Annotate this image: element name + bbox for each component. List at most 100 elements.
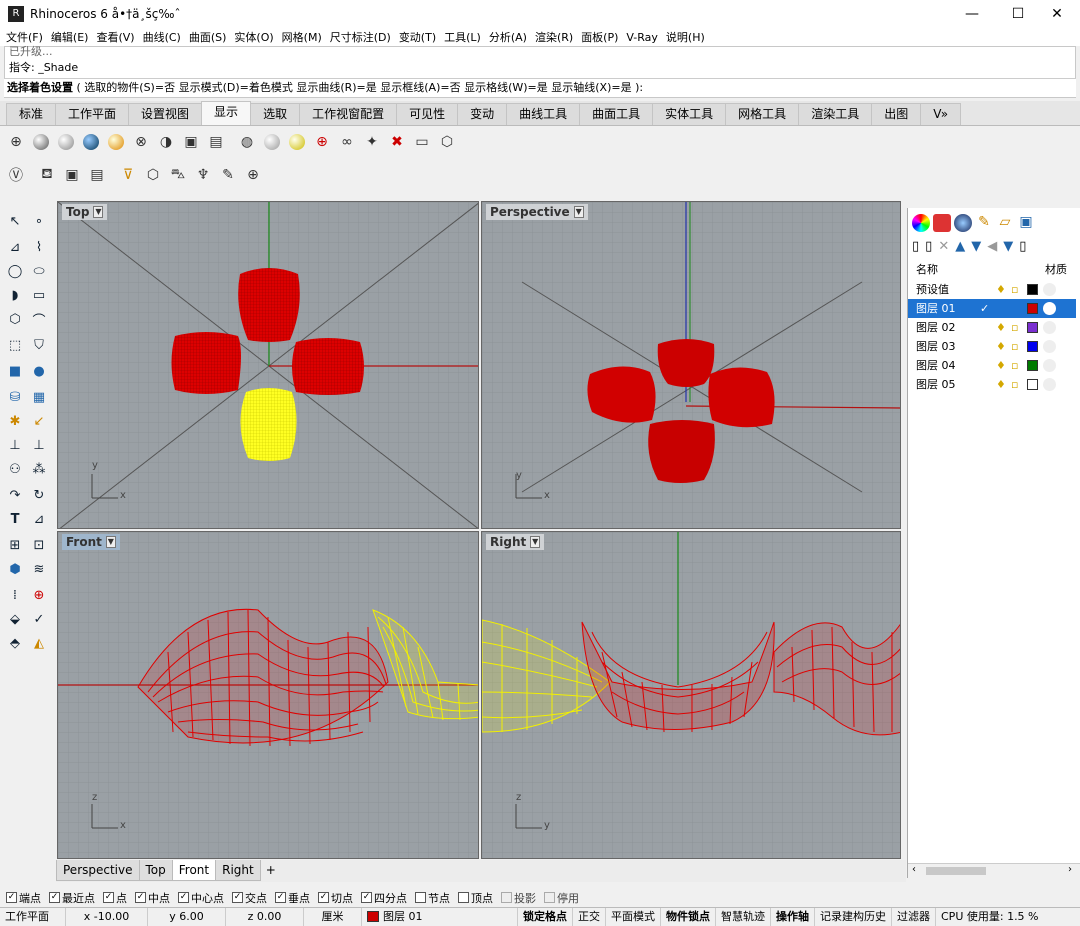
menu-item[interactable]: 曲线(C) — [143, 29, 181, 45]
status-toggle[interactable]: 锁定格点 — [518, 907, 573, 926]
transform-icon[interactable]: ✱ — [4, 410, 26, 432]
viewport-front[interactable]: Front ▼ z x — [57, 531, 479, 859]
layers-tab-icon[interactable] — [933, 214, 951, 232]
layer-row[interactable]: 图层 04 ♦ ▫ — [908, 356, 1076, 375]
menu-item[interactable]: 查看(V) — [96, 29, 134, 45]
osnap-3[interactable]: ✓ 中点 — [135, 890, 170, 906]
layer-color-swatch[interactable] — [1027, 284, 1038, 295]
viewport-right[interactable]: Right ▼ z y — [481, 531, 901, 859]
layer-row[interactable]: 图层 03 ♦ ▫ — [908, 337, 1076, 356]
scroll-left-icon[interactable]: ‹ — [912, 864, 916, 875]
command-prompt[interactable]: 选择着色设置 ( 选取的物件(S)=否 显示模式(D)=着色模式 显示曲线(R)… — [4, 78, 1076, 97]
tools-icon[interactable]: ▯ — [1019, 239, 1026, 254]
cube-view-icon[interactable]: ⬡ — [437, 132, 457, 152]
osnap-9[interactable]: 节点 — [415, 890, 450, 906]
grass-icon[interactable]: ♆ — [193, 165, 213, 185]
toolbar-tab[interactable]: 变动 — [457, 103, 508, 125]
group-icon[interactable]: ⊞ — [4, 534, 26, 556]
units-label[interactable]: 厘米 — [304, 907, 362, 926]
box-plus-icon[interactable]: ⬡ — [143, 165, 163, 185]
osnap-checkbox[interactable]: ✓ — [318, 892, 329, 903]
osnap-4[interactable]: ✓ 中心点 — [178, 890, 224, 906]
curve-icon[interactable]: ⌇ — [28, 236, 50, 258]
menu-item[interactable]: 变动(T) — [399, 29, 436, 45]
osnap-checkbox[interactable]: ✓ — [6, 892, 17, 903]
menu-item[interactable]: 面板(P) — [581, 29, 618, 45]
move-down-icon[interactable]: ▼ — [971, 239, 981, 254]
filter-icon[interactable]: ▼ — [1003, 239, 1013, 254]
menu-item[interactable]: 分析(A) — [489, 29, 527, 45]
petal-top-east[interactable] — [292, 338, 364, 395]
delete-layer-icon[interactable]: ✕ — [938, 239, 949, 254]
box-icon[interactable]: ■ — [4, 360, 26, 382]
viewport-label-top[interactable]: Top ▼ — [62, 204, 108, 220]
osnap-checkbox[interactable]: ✓ — [361, 892, 372, 903]
layer-visible-bulb-icon[interactable]: ♦ — [996, 337, 1006, 356]
toolbar-tab[interactable]: 选取 — [250, 103, 301, 125]
osnap-7[interactable]: ✓ 切点 — [318, 890, 353, 906]
layer-material-icon[interactable] — [1043, 359, 1056, 372]
status-toggle[interactable]: 操作轴 — [771, 907, 815, 926]
viewport-label-right[interactable]: Right ▼ — [486, 534, 545, 550]
status-toggle[interactable]: 平面模式 — [606, 907, 661, 926]
layer-lock-icon[interactable]: ▫ — [1011, 375, 1018, 394]
box-edit-icon[interactable]: ⬢ — [4, 558, 26, 580]
ellipse-icon[interactable]: ⬭ — [28, 260, 50, 282]
menu-item[interactable]: V-Ray — [626, 31, 658, 44]
xray-sphere-icon[interactable]: ◑ — [156, 132, 176, 152]
viewport-label-perspective[interactable]: Perspective ▼ — [486, 204, 588, 220]
toolbar-tab[interactable]: 标准 — [6, 103, 57, 125]
status-toggle[interactable]: 正交 — [573, 907, 606, 926]
status-toggle[interactable]: 智慧轨迹 — [716, 907, 771, 926]
new-sublayer-icon[interactable]: ▯ — [925, 239, 932, 254]
check-icon[interactable]: ✓ — [28, 608, 50, 630]
panel-scrollbar[interactable]: ‹ › — [908, 863, 1080, 878]
blend-icon[interactable]: ⚇ — [4, 458, 26, 480]
layer-row[interactable]: 图层 05 ♦ ▫ — [908, 375, 1076, 394]
frame-icon[interactable]: ▣ — [62, 165, 82, 185]
move-icon[interactable]: ↙ — [28, 410, 50, 432]
gumball-icon[interactable]: ⊕ — [28, 584, 50, 606]
rotate-icon[interactable]: ↻ — [28, 484, 50, 506]
polyline-icon[interactable]: ⊿ — [4, 236, 26, 258]
technical-view-icon[interactable]: ▣ — [181, 132, 201, 152]
toolbar-tab[interactable]: 曲面工具 — [579, 103, 654, 125]
osnap-checkbox[interactable] — [544, 892, 555, 903]
environment-icon[interactable]: ∞ — [337, 132, 357, 152]
offset-icon[interactable]: ↷ — [4, 484, 26, 506]
layer-row[interactable]: 图层 01 ✓ — [908, 299, 1076, 318]
osnap-11[interactable]: 投影 — [501, 890, 536, 906]
layer-lock-icon[interactable]: ▫ — [1011, 337, 1018, 356]
osnap-checkbox[interactable]: ✓ — [49, 892, 60, 903]
toolbar-tab[interactable]: 实体工具 — [652, 103, 727, 125]
split-icon[interactable]: ⁂ — [28, 458, 50, 480]
osnap-checkbox[interactable]: ✓ — [178, 892, 189, 903]
new-layer-icon[interactable]: ▯ — [912, 239, 919, 254]
layer-visible-bulb-icon[interactable]: ♦ — [996, 280, 1006, 299]
toolbar-tab[interactable]: V» — [920, 103, 962, 125]
white-sphere-icon[interactable] — [262, 132, 282, 152]
menu-item[interactable]: 曲面(S) — [189, 29, 227, 45]
status-toggle[interactable]: 过滤器 — [892, 907, 936, 926]
rectangle-icon[interactable]: ▭ — [28, 284, 50, 306]
surface-point-icon[interactable]: ⬚ — [4, 334, 26, 356]
blue-sphere-icon[interactable] — [81, 132, 101, 152]
layer-color-swatch[interactable] — [1027, 341, 1038, 352]
osnap-checkbox[interactable] — [501, 892, 512, 903]
toolbar-tab[interactable]: 渲染工具 — [798, 103, 873, 125]
menu-item[interactable]: 渲染(R) — [535, 29, 573, 45]
toolbar-tab[interactable]: 设置视图 — [128, 103, 203, 125]
window-icon[interactable]: ▤ — [87, 165, 107, 185]
layers-icon[interactable]: ≋ — [28, 558, 50, 580]
ghosted-sphere-icon[interactable]: ⊗ — [131, 132, 151, 152]
scroll-thumb[interactable] — [926, 867, 986, 875]
viewport-tab[interactable]: Front — [171, 860, 217, 881]
layer-lock-icon[interactable]: ▫ — [1011, 356, 1018, 375]
osnap-2[interactable]: ✓ 点 — [103, 890, 127, 906]
layer-material-icon[interactable] — [1043, 378, 1056, 391]
menu-item[interactable]: 网格(M) — [282, 29, 322, 45]
toolbar-tab[interactable]: 网格工具 — [725, 103, 800, 125]
petal-top-south-selected[interactable] — [240, 388, 297, 461]
viewport-tab[interactable]: Perspective — [56, 860, 140, 881]
menu-item[interactable]: 实体(O) — [234, 29, 273, 45]
